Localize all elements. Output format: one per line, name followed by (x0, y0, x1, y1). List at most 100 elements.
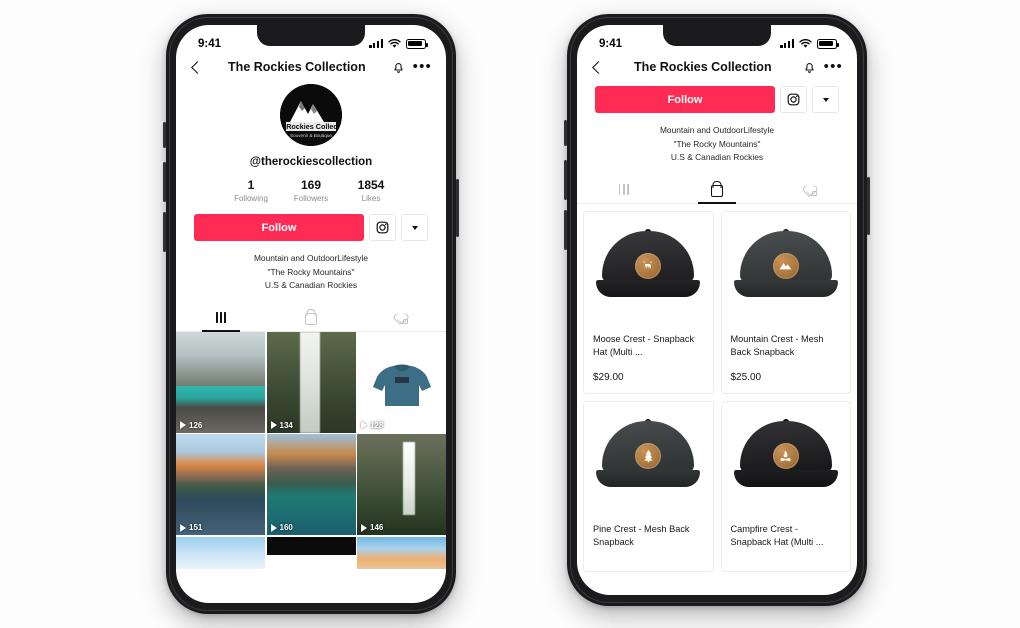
stat-following[interactable]: 1 Following (221, 178, 281, 203)
stat-value: 1 (247, 178, 255, 192)
bio-line: "The Rocky Mountains" (673, 138, 761, 149)
view-count: 128 (361, 421, 383, 430)
more-options-icon[interactable]: ••• (413, 59, 432, 74)
phone-right: 9:41 The Rockies Collection ••• Follow M… (564, 14, 870, 606)
tab-liked[interactable] (764, 176, 857, 203)
mountain-crest-icon (772, 252, 799, 279)
campfire-crest-icon (772, 442, 799, 469)
bio-line: U.S & Canadian Rockies (264, 280, 358, 291)
video-thumbnail[interactable]: 151 (176, 434, 265, 536)
stat-value: 1854 (357, 178, 385, 192)
heart-lock-icon (394, 311, 408, 324)
back-chevron-icon[interactable] (190, 60, 204, 74)
product-image (584, 211, 713, 324)
volume-down-button[interactable] (163, 212, 166, 252)
status-time: 9:41 (198, 37, 222, 50)
product-card[interactable]: Pine Crest - Mesh Back Snapback (583, 400, 714, 573)
power-button[interactable] (867, 177, 870, 235)
bio-line: "The Rocky Mountains" (267, 266, 355, 277)
product-price: $25.00 (730, 371, 762, 383)
grid-icon (618, 183, 629, 195)
page-title: The Rockies Collection (228, 60, 366, 74)
status-time: 9:41 (599, 37, 623, 50)
instagram-icon[interactable] (369, 214, 396, 241)
product-image (721, 401, 850, 514)
phone-right-screen: 9:41 The Rockies Collection ••• Follow M… (577, 25, 857, 595)
play-icon (270, 523, 277, 532)
pine-tree-crest-icon (635, 442, 662, 469)
profile-bio: Mountain and OutdoorLifestyle "The Rocky… (577, 124, 857, 165)
product-card[interactable]: Moose Crest - Snapback Hat (Multi ... $2… (583, 210, 714, 394)
tab-shop[interactable] (266, 304, 356, 331)
product-card[interactable]: Campfire Crest - Snapback Hat (Multi ... (720, 400, 851, 573)
chevron-down-icon[interactable] (812, 86, 839, 113)
signal-bars-icon (780, 39, 794, 48)
chevron-down-icon[interactable] (401, 214, 428, 241)
battery-icon (817, 38, 839, 49)
notch (257, 25, 365, 46)
video-thumbnail[interactable] (266, 536, 356, 569)
stat-followers[interactable]: 169 Followers (281, 178, 341, 203)
phone-left: 9:41 The Rockies Collection ••• e Rockie… (163, 14, 459, 614)
bio-line: Mountain and OutdoorLifestyle (659, 125, 775, 135)
product-name: Pine Crest - Mesh Back Snapback (593, 523, 690, 547)
video-thumbnail[interactable]: 134 (266, 331, 356, 433)
back-chevron-icon[interactable] (591, 60, 605, 74)
profile-stats: 1 Following 169 Followers 1854 Likes (176, 178, 446, 203)
moose-crest-icon (635, 252, 662, 279)
profile-actions: Follow (577, 86, 857, 113)
view-count: 146 (361, 523, 383, 532)
tab-shop[interactable] (670, 176, 763, 204)
tab-videos[interactable] (176, 304, 266, 332)
bell-icon[interactable] (392, 60, 405, 74)
avatar[interactable]: The Rockies Collection Souvenir & Boutiq… (280, 84, 342, 146)
nav-header-left: The Rockies Collection ••• (176, 56, 446, 82)
grid-icon (215, 311, 227, 323)
volume-down-button[interactable] (564, 210, 567, 250)
wifi-icon (799, 38, 812, 48)
product-price: $29.00 (593, 371, 624, 383)
play-icon (270, 421, 277, 430)
view-count: 126 (180, 421, 202, 430)
bio-line: Mountain and OutdoorLifestyle (253, 253, 369, 263)
profile-tabs-left (176, 304, 446, 332)
silent-switch[interactable] (564, 120, 567, 146)
product-price (584, 549, 713, 571)
wifi-icon (388, 38, 401, 48)
tab-videos[interactable] (577, 176, 670, 203)
nav-header-right: The Rockies Collection ••• (577, 56, 857, 82)
notch (663, 25, 771, 46)
volume-up-button[interactable] (163, 162, 166, 202)
video-thumbnail[interactable]: 126 (176, 331, 265, 433)
view-count: 134 (270, 421, 293, 430)
follow-button[interactable]: Follow (595, 86, 775, 113)
video-thumbnail[interactable] (176, 536, 265, 569)
svg-text:Souvenir & Boutique: Souvenir & Boutique (290, 133, 332, 138)
video-thumbnail[interactable] (357, 536, 446, 569)
more-options-icon[interactable]: ••• (824, 59, 843, 74)
stat-label: Likes (361, 194, 381, 203)
tab-liked[interactable] (356, 304, 446, 331)
stat-likes[interactable]: 1854 Likes (341, 178, 401, 203)
product-card[interactable]: Mountain Crest - Mesh Back Snapback $25.… (720, 210, 851, 394)
follow-button[interactable]: Follow (194, 214, 364, 241)
profile-bio: Mountain and OutdoorLifestyle "The Rocky… (176, 252, 446, 293)
play-icon (180, 523, 186, 532)
play-icon (180, 421, 186, 430)
view-count: 160 (270, 523, 293, 532)
video-thumbnail[interactable]: 146 (357, 434, 446, 536)
power-button[interactable] (456, 179, 459, 237)
instagram-icon[interactable] (780, 86, 807, 113)
silent-switch[interactable] (163, 122, 166, 148)
shopping-bag-icon (710, 184, 723, 197)
bell-icon[interactable] (803, 60, 816, 74)
video-thumbnail[interactable]: 160 (266, 434, 356, 536)
volume-up-button[interactable] (564, 160, 567, 200)
play-icon (361, 421, 367, 430)
product-image (584, 401, 713, 514)
play-icon (361, 523, 367, 532)
video-thumbnail[interactable]: 128 (357, 331, 446, 433)
stat-label: Followers (293, 194, 329, 203)
phone-left-screen: 9:41 The Rockies Collection ••• e Rockie… (176, 25, 446, 603)
product-grid: Moose Crest - Snapback Hat (Multi ... $2… (577, 204, 857, 573)
